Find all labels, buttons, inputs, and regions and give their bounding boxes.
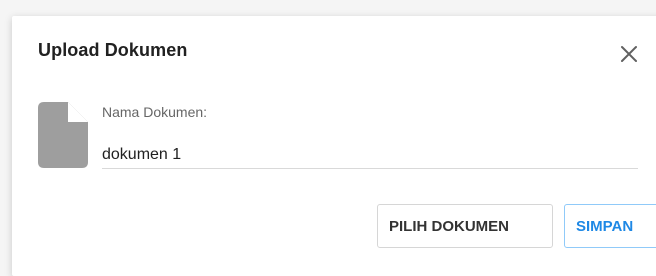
document-name-field: Nama Dokumen: xyxy=(102,104,638,180)
dialog-title: Upload Dokumen xyxy=(38,40,188,60)
upload-dialog: Upload Dokumen Nama Dokumen: PILIH DOKUM… xyxy=(12,16,656,276)
close-button[interactable] xyxy=(617,42,641,66)
file-icon xyxy=(38,102,88,168)
save-button[interactable]: SIMPAN xyxy=(564,204,656,248)
document-name-label: Nama Dokumen: xyxy=(102,104,208,120)
document-name-input[interactable] xyxy=(102,142,638,169)
choose-document-button[interactable]: PILIH DOKUMEN xyxy=(377,204,553,248)
close-icon xyxy=(621,46,637,62)
